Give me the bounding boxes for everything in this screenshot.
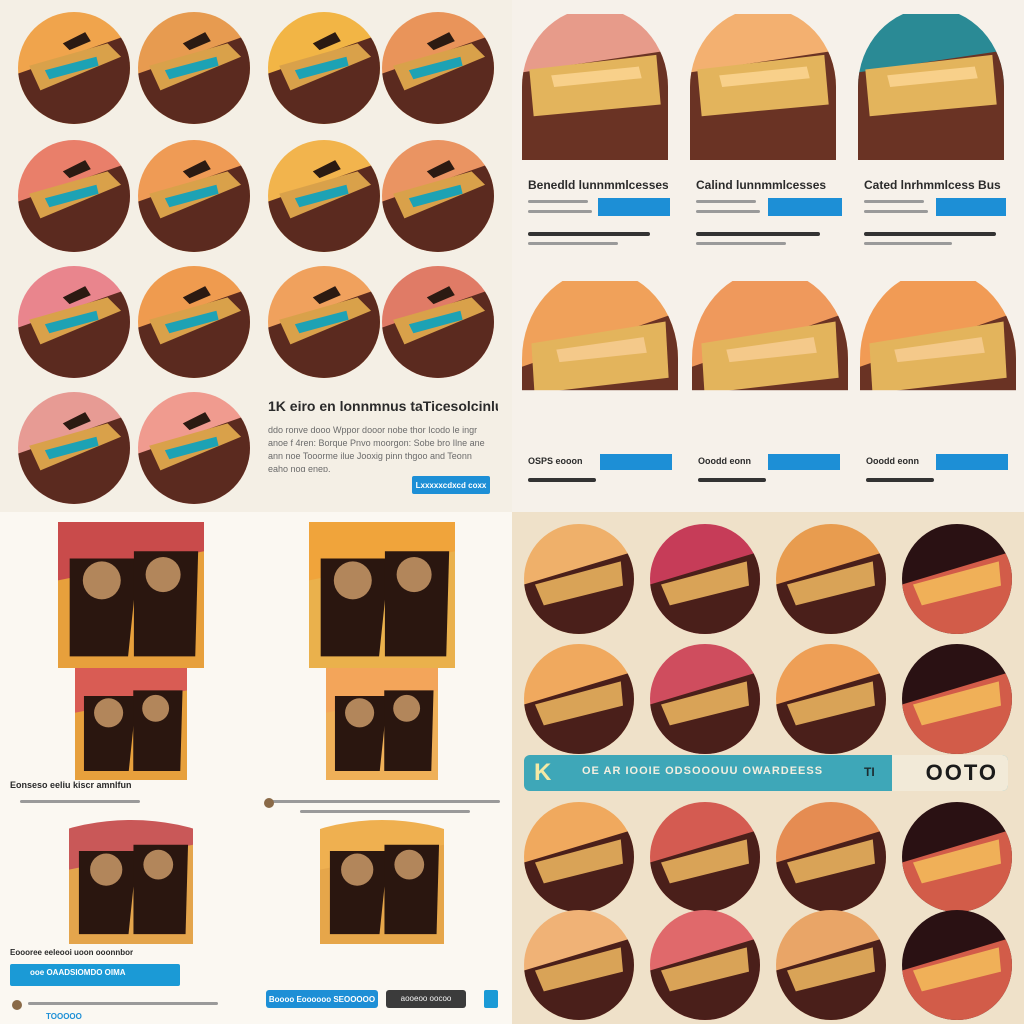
ship-art-circle — [902, 910, 1012, 1020]
info-bar-label: ooe OAADSIOMDO OIMA — [30, 968, 126, 977]
ship-art-circle — [776, 524, 886, 634]
astronaut-illustration — [8, 522, 254, 668]
spaceship-illustration — [138, 140, 250, 252]
info-bar[interactable]: ooe OAADSIOMDO OIMA — [10, 964, 180, 986]
ship-art-circle — [650, 524, 760, 634]
banner-right-panel: OOTO — [892, 755, 1008, 791]
astronaut-illustration — [262, 522, 502, 668]
spaceship-illustration — [268, 12, 380, 124]
text-placeholder — [696, 232, 820, 236]
small-link[interactable]: TOOOOO — [46, 1012, 126, 1021]
card-title: Benedld lunnmmlcesses — [528, 178, 668, 192]
text-placeholder — [300, 810, 470, 813]
spaceship-illustration — [18, 140, 130, 252]
text-placeholder — [528, 242, 618, 245]
icon-button[interactable] — [484, 990, 498, 1008]
spaceship-illustration — [18, 392, 130, 504]
card-button[interactable] — [936, 454, 1008, 470]
text-placeholder — [864, 200, 924, 203]
section-header: Eonseso eeliu kiscr amnlfun — [10, 780, 132, 790]
ship-art-circle — [776, 802, 886, 912]
text-placeholder — [528, 210, 592, 213]
card-button[interactable] — [600, 454, 672, 470]
card-title: Calind lunnmmlcesses — [696, 178, 827, 192]
spaceship-illustration — [268, 266, 380, 378]
card-label: Ooodd eonn — [698, 456, 751, 466]
text-placeholder — [270, 800, 500, 803]
text-placeholder — [528, 232, 650, 236]
quadrant-1-headline: 1K eiro en lonnmnus taTicesolcinlung — [268, 398, 498, 414]
text-placeholder — [28, 1002, 218, 1005]
quadrant-1: 1K eiro en lonnmnus taTicesolcinlung ddo… — [0, 0, 512, 512]
spaceship-card-image — [692, 270, 848, 448]
spaceship-illustration — [18, 12, 130, 124]
spaceship-card-image — [522, 270, 678, 448]
spaceship-card-image — [522, 8, 668, 166]
quadrant-1-body: ddo ronve dooo Wppor dooor nobe thor Ico… — [268, 425, 485, 472]
ship-art-circle — [902, 802, 1012, 912]
avatar — [264, 798, 274, 808]
quadrant-3: Eonseso eeliu kiscr amnlfun Eoooree eele… — [0, 512, 512, 1024]
secondary-button[interactable]: aooeoo oocoo — [386, 990, 466, 1008]
text-placeholder — [864, 210, 928, 213]
primary-button[interactable]: Boooo Eoooooo SEOOOOO — [266, 990, 378, 1008]
banner-text: OE AR IOOIE ODSOOOUU OWARDEESS — [582, 765, 824, 777]
astronaut-illustration — [262, 668, 502, 780]
ship-art-circle — [524, 524, 634, 634]
card-button[interactable] — [598, 198, 670, 216]
text-placeholder — [20, 800, 140, 803]
card-title: Cated lnrhmmlcess Bus — [864, 178, 1001, 192]
text-placeholder — [528, 200, 588, 203]
card-label: OSPS eooon — [528, 456, 583, 466]
spaceship-card-image — [690, 8, 836, 166]
logo: K — [534, 759, 552, 786]
ship-art-circle — [902, 524, 1012, 634]
spaceship-illustration — [382, 140, 494, 252]
spaceship-card-image — [858, 8, 1004, 166]
astronaut-illustration — [8, 668, 254, 780]
text-placeholder — [866, 478, 934, 482]
spaceship-illustration — [18, 266, 130, 378]
spaceship-illustration — [268, 140, 380, 252]
ship-art-circle — [776, 910, 886, 1020]
text-placeholder — [864, 232, 996, 236]
ship-art-circle — [776, 644, 886, 754]
ship-art-circle — [902, 644, 1012, 754]
astronaut-illustration — [262, 820, 502, 944]
banner-mid-text: TI — [864, 765, 875, 779]
avatar — [12, 1000, 22, 1010]
text-placeholder — [696, 210, 760, 213]
spaceship-card-image — [860, 270, 1016, 448]
ship-art-circle — [650, 802, 760, 912]
astronaut-illustration — [8, 820, 254, 944]
card-button[interactable] — [768, 454, 840, 470]
spaceship-illustration — [382, 266, 494, 378]
section-header: Eoooree eeleooi uoon ooonnbor — [10, 948, 134, 957]
ship-art-circle — [524, 644, 634, 754]
spaceship-illustration — [138, 266, 250, 378]
ship-art-circle — [524, 910, 634, 1020]
ship-art-circle — [650, 910, 760, 1020]
banner[interactable]: K OE AR IOOIE ODSOOOUU OWARDEESS TI OOTO — [524, 755, 1008, 791]
quadrant-2: Benedld lunnmmlcesses Calind lunnmmlcess… — [512, 0, 1024, 512]
spaceship-illustration — [138, 12, 250, 124]
card-button[interactable] — [768, 198, 842, 216]
text-placeholder — [696, 200, 756, 203]
spaceship-illustration — [382, 12, 494, 124]
ship-art-circle — [650, 644, 760, 754]
text-placeholder — [528, 478, 596, 482]
card-label: Ooodd eonn — [866, 456, 919, 466]
card-button[interactable] — [936, 198, 1006, 216]
banner-right-text: OOTO — [925, 760, 998, 785]
ship-art-circle — [524, 802, 634, 912]
spaceship-illustration — [138, 392, 250, 504]
primary-button[interactable]: Lxxxxxcdxcd coxx — [412, 476, 490, 494]
text-placeholder — [698, 478, 766, 482]
text-placeholder — [864, 242, 952, 245]
text-placeholder — [696, 242, 786, 245]
